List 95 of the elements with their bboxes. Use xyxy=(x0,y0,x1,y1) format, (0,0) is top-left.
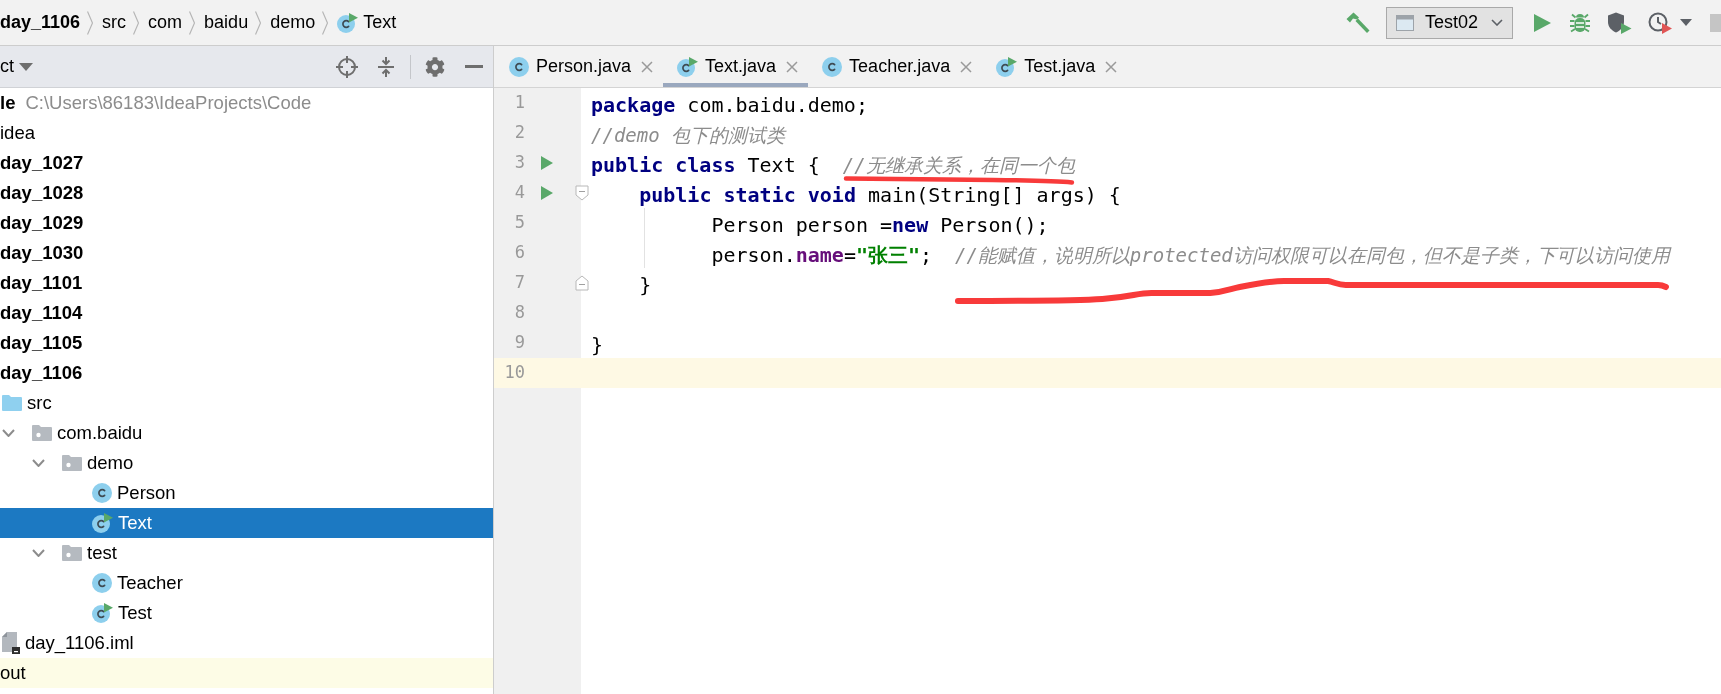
play-icon[interactable] xyxy=(1534,13,1551,32)
chevron-right-icon xyxy=(133,10,140,35)
class-icon xyxy=(822,56,843,77)
tree-item[interactable]: Test xyxy=(0,598,493,628)
window-icon xyxy=(1396,14,1414,31)
tree-item[interactable]: src xyxy=(0,388,493,418)
collapse-icon[interactable] xyxy=(377,56,395,77)
settings-icon[interactable] xyxy=(425,56,445,77)
chevron-right-icon xyxy=(255,10,262,35)
tree-item[interactable]: day_1028 xyxy=(0,178,493,208)
close-icon[interactable] xyxy=(786,60,799,73)
package-folder-icon xyxy=(62,545,82,561)
tree-item[interactable]: demo xyxy=(0,448,493,478)
editor-tab[interactable]: Person.java xyxy=(495,46,664,87)
play-icon[interactable] xyxy=(541,156,553,170)
code-line: person.name="张三"; xyxy=(711,245,933,265)
view-dropdown[interactable]: ct xyxy=(0,53,33,80)
line-number: 4 xyxy=(514,181,525,205)
tree-item[interactable]: le C:\Users\86183\IdeaProjects\Code xyxy=(0,88,493,118)
chevron-right-icon xyxy=(322,10,329,35)
close-icon[interactable] xyxy=(960,60,973,73)
tree-item[interactable]: day_1106.iml xyxy=(0,628,493,658)
editor-tab[interactable]: Text.java xyxy=(663,46,809,87)
tree-item[interactable]: day_1105 xyxy=(0,328,493,358)
code-line: public static void main(String[] args) { xyxy=(639,185,1121,205)
runnable-class-icon xyxy=(677,56,699,77)
play-icon[interactable] xyxy=(541,186,553,200)
chevron-down-icon xyxy=(1491,19,1503,26)
runnable-class-icon xyxy=(92,603,113,623)
crosshair-icon[interactable] xyxy=(336,55,358,78)
code-line: } xyxy=(639,275,652,295)
chevron-right-icon xyxy=(189,10,196,35)
code-comment: //能赋值，说明所以protected访问权限可以在同包，但不是子类，下可以访问使用 xyxy=(954,245,1670,265)
clock-play-icon[interactable] xyxy=(1648,11,1672,34)
line-number: 2 xyxy=(514,121,525,145)
breadcrumb-item[interactable]: demo xyxy=(270,9,316,36)
tree-item[interactable]: day_1029 xyxy=(0,208,493,238)
package-folder-icon xyxy=(62,455,82,471)
line-number: 6 xyxy=(514,241,525,265)
package-folder-icon xyxy=(32,425,52,441)
bug-icon[interactable] xyxy=(1570,12,1590,33)
stop-icon[interactable] xyxy=(1710,13,1721,32)
chevron-right-icon xyxy=(87,10,94,35)
caret-down-icon xyxy=(19,62,33,71)
breadcrumb-item[interactable]: src xyxy=(102,9,127,36)
chevron-down-icon[interactable] xyxy=(32,459,45,467)
editor-tab[interactable]: Test.java xyxy=(982,46,1128,87)
line-number: 7 xyxy=(514,271,525,295)
runnable-class-icon xyxy=(337,12,359,33)
line-number: 8 xyxy=(514,301,525,325)
tree-item[interactable]: com.baidu xyxy=(0,418,493,448)
hammer-icon[interactable] xyxy=(1346,11,1370,34)
line-number: 3 xyxy=(514,151,525,175)
breadcrumb-item[interactable]: com xyxy=(148,9,183,36)
tree-item[interactable]: test xyxy=(0,538,493,568)
class-icon xyxy=(92,573,112,593)
shield-play-icon[interactable] xyxy=(1607,11,1632,34)
breadcrumb-item[interactable]: day_1106 xyxy=(0,9,81,36)
code-line: Person person =new Person(); xyxy=(711,215,1049,235)
run-configuration-dropdown[interactable]: Test02 xyxy=(1386,6,1513,39)
tree-item[interactable]: Text xyxy=(0,508,493,538)
code-line: } xyxy=(591,335,604,355)
line-number: 10 xyxy=(504,361,525,385)
tree-item[interactable]: Person xyxy=(0,478,493,508)
fold-marker-icon[interactable] xyxy=(575,275,589,291)
code-line: public class Text { xyxy=(591,155,820,175)
tree-item[interactable]: Teacher xyxy=(0,568,493,598)
chevron-down-icon[interactable] xyxy=(2,429,15,437)
runnable-class-icon xyxy=(996,56,1018,77)
line-number: 9 xyxy=(514,331,525,355)
tree-item[interactable]: idea xyxy=(0,118,493,148)
chevron-down-icon[interactable] xyxy=(32,549,45,557)
class-icon xyxy=(509,56,529,77)
runnable-class-icon xyxy=(92,513,113,533)
class-icon xyxy=(92,483,112,503)
tree-item[interactable]: day_1104 xyxy=(0,298,493,328)
close-icon[interactable] xyxy=(641,60,654,73)
tree-item[interactable]: day_1030 xyxy=(0,238,493,268)
caret-down-icon[interactable] xyxy=(1680,19,1692,26)
code-comment: //demo 包下的测试类 xyxy=(591,125,786,145)
tree-item[interactable]: out xyxy=(0,658,493,688)
fold-marker-icon[interactable] xyxy=(575,185,589,201)
code-comment: //无继承关系，在同一个包 xyxy=(842,155,1075,175)
tree-item[interactable]: day_1027 xyxy=(0,148,493,178)
line-number: 5 xyxy=(514,211,525,235)
close-icon[interactable] xyxy=(1105,60,1118,73)
folder-icon xyxy=(2,395,22,411)
code-line: package com.baidu.demo; xyxy=(591,95,868,115)
editor-tab[interactable]: Teacher.java xyxy=(808,46,983,87)
breadcrumb-item[interactable]: baidu xyxy=(204,9,249,36)
tree-item[interactable]: day_1101 xyxy=(0,268,493,298)
line-number: 1 xyxy=(514,91,525,115)
tree-item[interactable]: day_1106 xyxy=(0,358,493,388)
breadcrumb-item[interactable]: Text xyxy=(337,9,397,36)
project-path: C:\Users\86183\IdeaProjects\Code xyxy=(25,91,312,116)
